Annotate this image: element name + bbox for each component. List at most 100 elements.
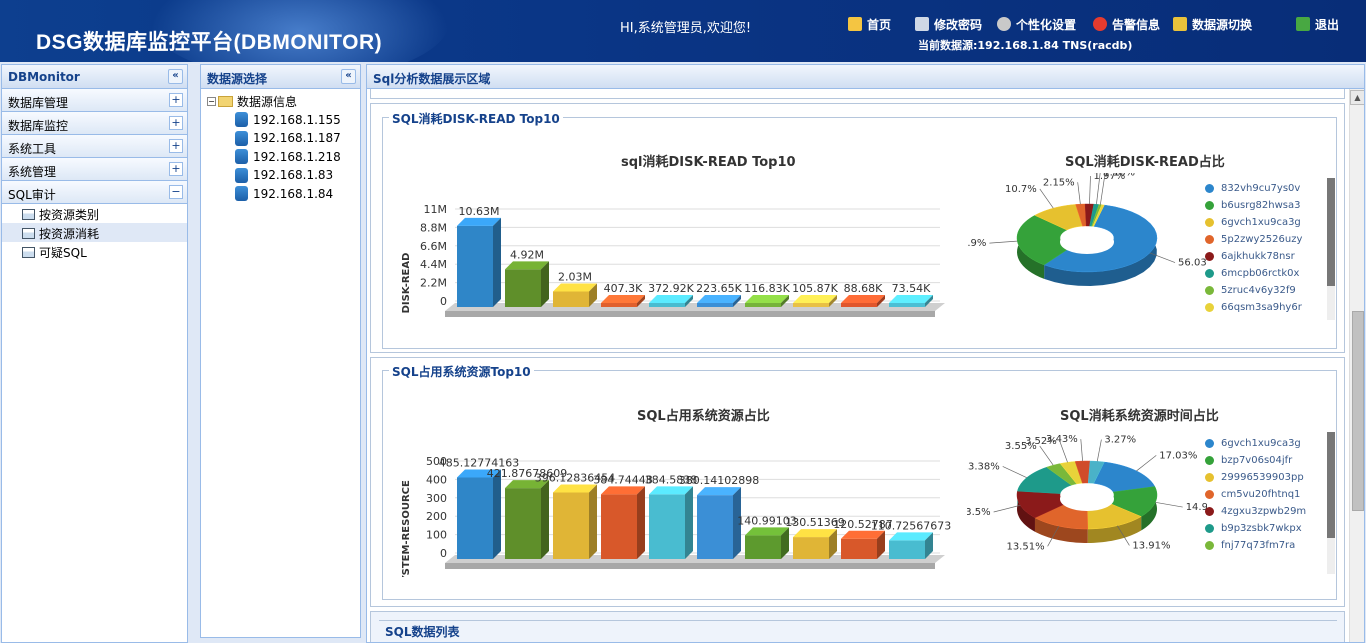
menu-by-resource-category[interactable]: 按资源类别 (2, 204, 187, 223)
y-tick-label: 6.6M (420, 240, 447, 253)
nav-alerts[interactable]: 告警信息 (1093, 14, 1160, 34)
nav-personal-settings-label: 个性化设置 (1016, 17, 1077, 32)
nav-home[interactable]: 首页 (848, 14, 891, 34)
list-icon (22, 209, 35, 220)
legend-scrollbar[interactable] (1327, 178, 1335, 320)
expand-icon[interactable]: + (169, 139, 183, 153)
expand-icon[interactable]: + (169, 93, 183, 107)
bar (601, 494, 637, 559)
legend-item[interactable]: 6mcpb06rctk0x (1205, 265, 1315, 282)
legend-item[interactable]: 6ajkhukk78nsr (1205, 248, 1315, 265)
expand-icon[interactable]: + (169, 162, 183, 176)
system-resource-pie-legend: 6gvch1xu9ca3g bzp7v06s04jfr 29996539903pp c… (1205, 435, 1315, 554)
legend-label: b9p3zsbk7wkpx (1221, 523, 1302, 534)
collapse-left-icon[interactable]: « (168, 69, 183, 84)
nav-switch-datasource[interactable]: 数据源切换 (1173, 14, 1252, 34)
y-tick-label: 100 (426, 529, 447, 542)
y-tick-label: 11M (424, 203, 448, 216)
section-sql-audit[interactable]: SQL审计 − (2, 181, 187, 204)
legend-label: cm5vu20fhtnq1 (1221, 489, 1301, 500)
legend-item[interactable]: 29996539903pp (1205, 469, 1315, 486)
section-db-monitor[interactable]: 数据库监控 + (2, 112, 187, 135)
expand-icon[interactable]: + (169, 116, 183, 130)
legend-item[interactable]: fnj77q73fm7ra (1205, 537, 1315, 554)
datasource-item[interactable]: 192.168.1.155 (207, 111, 354, 130)
collapse-datasource-icon[interactable]: « (341, 69, 356, 84)
bar (745, 303, 781, 307)
left-panel-header: DBMonitor « (2, 65, 187, 89)
legend-item[interactable]: 5p2zwy2526uzy (1205, 231, 1315, 248)
database-icon (235, 130, 248, 146)
main-scroll-thumb[interactable] (1352, 311, 1364, 511)
collapse-icon[interactable]: − (169, 185, 183, 199)
tree-root[interactable]: − 数据源信息 (207, 92, 354, 111)
nav-switch-datasource-label: 数据源切换 (1192, 17, 1253, 32)
pie-leader-line (1039, 188, 1054, 209)
datasource-label: 192.168.1.84 (253, 186, 334, 201)
menu-by-resource-consumption[interactable]: 按资源消耗 (2, 223, 187, 242)
legend-item[interactable]: bzp7v06s04jfr (1205, 452, 1315, 469)
nav-personal-settings[interactable]: 个性化设置 (997, 14, 1076, 34)
bar-side (541, 480, 549, 559)
datasource-item[interactable]: 192.168.1.83 (207, 166, 354, 185)
left-nav-panel: DBMonitor « 数据库管理 + 数据库监控 + 系统工具 + 系统管理 + SQL… (1, 64, 188, 643)
bar (505, 269, 541, 307)
y-tick-label: 400 (426, 473, 447, 486)
legend-scroll-thumb[interactable] (1327, 178, 1335, 286)
legend-item[interactable]: 66qsm3sa9hy6r (1205, 299, 1315, 316)
data-label: 407.3K (604, 282, 643, 295)
section-sql-list-title: SQL数据列表 (385, 625, 460, 639)
folder-icon (218, 95, 233, 107)
pie-leader-line (1039, 445, 1054, 466)
y-tick-label: 200 (426, 510, 447, 523)
legend-scroll-thumb[interactable] (1327, 432, 1335, 538)
section-system-management[interactable]: 系统管理 + (2, 158, 187, 181)
y-axis-label: SYSTEM-RESOURCE (401, 480, 412, 577)
pie-data-label: 13.5% (967, 507, 991, 518)
section-label: 系统工具 (8, 142, 57, 156)
welcome-message: HI,系统管理员,欢迎您! (620, 21, 752, 36)
tree-collapse-icon[interactable]: − (207, 96, 216, 106)
pie-data-label: 3.27% (1104, 435, 1136, 446)
section-system-tools[interactable]: 系统工具 + (2, 135, 187, 158)
legend-item[interactable]: 6gvch1xu9ca3g (1205, 214, 1315, 231)
legend-scrollbar[interactable] (1327, 432, 1335, 574)
database-icon (235, 149, 248, 165)
monitor-icon (915, 17, 929, 31)
pie-leader-line (1136, 455, 1157, 472)
nav-change-password[interactable]: 修改密码 (915, 14, 982, 34)
bar-side (541, 261, 549, 307)
pie-leader-line (1155, 501, 1183, 508)
data-label: 88.68K (844, 282, 883, 295)
legend-item[interactable]: 5zruc4v6y32f9 (1205, 282, 1315, 299)
nav-logout[interactable]: 退出 (1296, 14, 1339, 34)
system-resource-pie-chart: 17.03%14.92%13.91%13.51%13.5%13.38%3.55%… (967, 434, 1207, 552)
datasource-label: 192.168.1.187 (253, 131, 341, 146)
legend-item[interactable]: cm5vu20fhtnq1 (1205, 486, 1315, 503)
pie-hole (1060, 230, 1114, 254)
pie-legend-icon (1205, 286, 1214, 295)
pie-legend-icon (1205, 218, 1214, 227)
legend-item[interactable]: b6usrg82hwsa3 (1205, 197, 1315, 214)
main-scrollbar[interactable]: ▲ (1349, 89, 1364, 642)
y-tick-label: 2.2M (420, 277, 447, 290)
scroll-up-icon[interactable]: ▲ (1350, 90, 1364, 105)
pie-data-label: 10.7% (1005, 184, 1037, 195)
section-label: SQL审计 (8, 188, 56, 202)
datasource-item[interactable]: 192.168.1.218 (207, 148, 354, 167)
menu-suspicious-sql[interactable]: 可疑SQL (2, 242, 187, 261)
legend-item[interactable]: 6gvch1xu9ca3g (1205, 435, 1315, 452)
section-db-management[interactable]: 数据库管理 + (2, 89, 187, 112)
pie-data-label: 14.92% (1186, 502, 1207, 513)
pie-data-label: 0.62% (1109, 173, 1141, 175)
nav-change-password-label: 修改密码 (934, 17, 983, 32)
app-title: DSG数据库监控平台(DBMONITOR) (36, 31, 383, 54)
legend-item[interactable]: b9p3zsbk7wkpx (1205, 520, 1315, 537)
main-panel: Sql分析数据展示区域 SQL消耗DISK-READ Top10 sql消耗DI… (366, 64, 1365, 643)
datasource-item[interactable]: 192.168.1.187 (207, 129, 354, 148)
datasource-item[interactable]: 192.168.1.84 (207, 185, 354, 204)
y-axis-label: DISK-READ (401, 253, 412, 314)
legend-item[interactable]: 832vh9cu7ys0v (1205, 180, 1315, 197)
legend-item[interactable]: 4zgxu3zpwb29m (1205, 503, 1315, 520)
pie-legend-icon (1205, 507, 1214, 516)
